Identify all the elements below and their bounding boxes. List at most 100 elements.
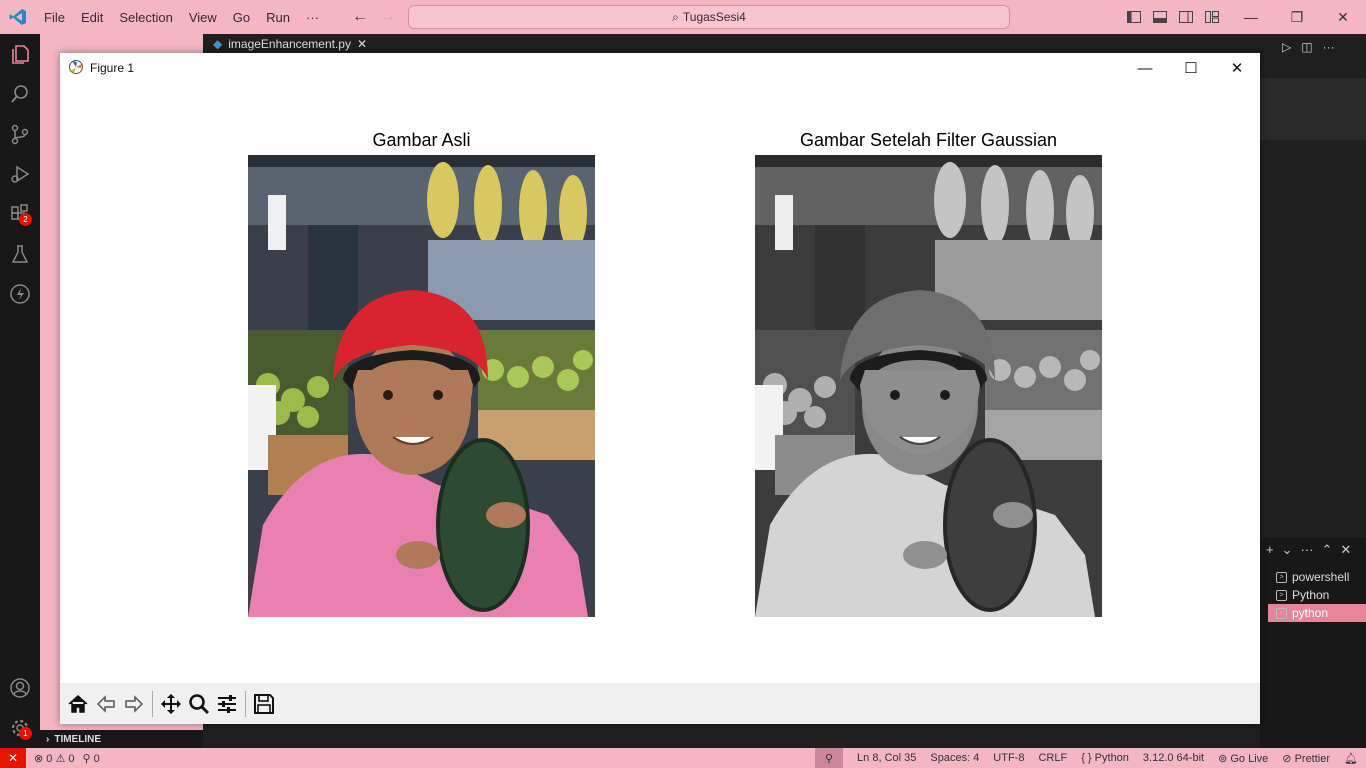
terminal-item[interactable]: > Python <box>1268 586 1366 604</box>
lightning-icon[interactable] <box>0 274 40 314</box>
forward-icon[interactable] <box>120 688 148 720</box>
prettier-label: Prettier <box>1294 752 1331 765</box>
zoom-icon[interactable] <box>185 688 213 720</box>
chevron-right-icon: › <box>46 733 50 745</box>
pan-icon[interactable] <box>157 688 185 720</box>
figure-window-controls: — ☐ ✕ <box>1122 53 1260 83</box>
menu-go[interactable]: Go <box>225 10 258 25</box>
layout-controls <box>1126 9 1220 25</box>
search-text: TugasSesi4 <box>682 10 746 24</box>
go-live-button[interactable]: ⊚ Go Live <box>1218 752 1268 765</box>
zoom-icon[interactable]: ⚲ <box>815 748 844 768</box>
figure-minimize-icon[interactable]: — <box>1122 53 1168 83</box>
terminal-toolbar: + ⌄ ··· ⌃ ✕ <box>1260 538 1366 562</box>
new-terminal-icon[interactable]: + <box>1266 542 1274 558</box>
maximize-panel-icon[interactable]: ⌃ <box>1322 542 1333 558</box>
configure-subplots-icon[interactable] <box>213 688 241 720</box>
testing-flask-icon[interactable] <box>0 234 40 274</box>
terminal-icon: > <box>1276 607 1287 619</box>
close-panel-icon[interactable]: ✕ <box>1340 542 1351 558</box>
close-icon[interactable]: ✕ <box>1320 0 1366 34</box>
menu-file[interactable]: File <box>36 10 73 25</box>
status-left: ⊗ 0 ⚠ 0 ⚲ 0 <box>26 752 100 765</box>
navigation: ← → <box>352 8 396 26</box>
customize-layout-icon[interactable] <box>1204 9 1220 25</box>
terminal-icon: > <box>1276 589 1287 601</box>
encoding[interactable]: UTF-8 <box>993 752 1024 764</box>
ports-indicator[interactable]: ⚲ 0 <box>83 752 100 765</box>
split-editor-icon[interactable]: ◫ <box>1301 40 1312 54</box>
back-icon[interactable] <box>92 688 120 720</box>
menu-bar: File Edit Selection View Go Run ··· <box>36 0 327 34</box>
prettier-button[interactable]: ⊘ Prettier <box>1282 752 1330 765</box>
tab-close-icon[interactable]: ✕ <box>357 37 367 51</box>
extensions-badge: 2 <box>19 213 32 226</box>
minimize-icon[interactable]: — <box>1228 0 1274 34</box>
account-icon[interactable] <box>0 668 40 708</box>
save-icon[interactable] <box>250 688 278 720</box>
matplotlib-logo-icon <box>68 59 84 78</box>
timeline-label: TIMELINE <box>54 733 102 745</box>
run-debug-icon[interactable] <box>0 154 40 194</box>
figure-toolbar <box>60 683 1260 724</box>
minimap <box>1260 78 1366 140</box>
search-icon[interactable] <box>0 74 40 114</box>
more-actions-icon[interactable]: ··· <box>1323 40 1335 54</box>
menu-edit[interactable]: Edit <box>73 10 111 25</box>
toggle-secondary-sidebar-icon[interactable] <box>1178 9 1194 25</box>
error-count: 0 <box>46 752 53 765</box>
toolbar-separator <box>152 690 153 717</box>
editor-actions: ▷ ◫ ··· <box>1282 40 1335 54</box>
notifications-bell-icon[interactable]: 🔔︎ <box>1344 752 1358 765</box>
terminal-item-label: powershell <box>1292 570 1350 584</box>
language-label: Python <box>1094 752 1129 764</box>
filtered-image-title: Gambar Setelah Filter Gaussian <box>799 130 1058 150</box>
window-controls: — ❐ ✕ <box>1228 0 1366 34</box>
back-arrow-icon[interactable]: ← <box>352 8 368 26</box>
terminal-item[interactable]: > powershell <box>1268 568 1366 586</box>
menu-selection[interactable]: Selection <box>111 10 180 25</box>
command-center-search[interactable]: ⌕ TugasSesi4 <box>408 5 1010 29</box>
search-icon: ⌕ <box>672 9 679 24</box>
cursor-position[interactable]: Ln 8, Col 35 <box>857 752 916 764</box>
figure-maximize-icon[interactable]: ☐ <box>1168 53 1214 83</box>
toggle-sidebar-icon[interactable] <box>1126 9 1142 25</box>
menu-run[interactable]: Run <box>258 10 298 25</box>
terminal-item[interactable]: > python <box>1268 604 1366 622</box>
restore-icon[interactable]: ❐ <box>1274 0 1320 34</box>
extensions-icon[interactable]: 2 <box>0 194 40 234</box>
terminal-panel: + ⌄ ··· ⌃ ✕ > powershell > Python > python <box>1260 538 1366 748</box>
settings-badge: 1 <box>19 727 32 740</box>
terminal-list: > powershell > Python > python <box>1260 568 1366 622</box>
go-live-label: Go Live <box>1230 752 1269 765</box>
python-interpreter[interactable]: 3.12.0 64-bit <box>1143 752 1204 764</box>
menu-view[interactable]: View <box>181 10 225 25</box>
title-bar: File Edit Selection View Go Run ··· ← → … <box>0 0 1366 34</box>
port-count: 0 <box>93 752 100 765</box>
original-image-title: Gambar Asli <box>372 130 471 150</box>
terminal-more-icon[interactable]: ··· <box>1301 542 1314 558</box>
status-bar: ✕ ⊗ 0 ⚠ 0 ⚲ 0 ⚲ Ln 8, Col 35 Spaces: 4 U… <box>0 748 1366 768</box>
editor-tab[interactable]: ◆ imageEnhancement.py ✕ <box>203 34 367 54</box>
explorer-icon[interactable] <box>0 34 40 74</box>
original-image <box>248 155 595 617</box>
terminal-icon: > <box>1276 571 1287 583</box>
line-endings[interactable]: CRLF <box>1038 752 1067 764</box>
toggle-panel-icon[interactable] <box>1152 9 1168 25</box>
run-file-icon[interactable]: ▷ <box>1282 40 1291 54</box>
menu-more[interactable]: ··· <box>298 10 327 25</box>
remote-indicator-icon[interactable]: ✕ <box>0 748 26 768</box>
home-icon[interactable] <box>64 688 92 720</box>
forward-arrow-icon[interactable]: → <box>380 8 396 26</box>
tab-label: imageEnhancement.py <box>228 37 351 51</box>
language-mode[interactable]: { } Python <box>1081 752 1129 764</box>
source-control-icon[interactable] <box>0 114 40 154</box>
figure-close-icon[interactable]: ✕ <box>1214 53 1260 83</box>
problems-indicator[interactable]: ⊗ 0 ⚠ 0 <box>34 752 75 765</box>
terminal-dropdown-icon[interactable]: ⌄ <box>1282 542 1293 558</box>
activity-bar: 2 1 <box>0 34 40 748</box>
indentation[interactable]: Spaces: 4 <box>930 752 979 764</box>
figure-title: Figure 1 <box>90 61 135 75</box>
settings-gear-icon[interactable]: 1 <box>0 708 40 748</box>
timeline-section[interactable]: › TIMELINE <box>40 730 203 748</box>
